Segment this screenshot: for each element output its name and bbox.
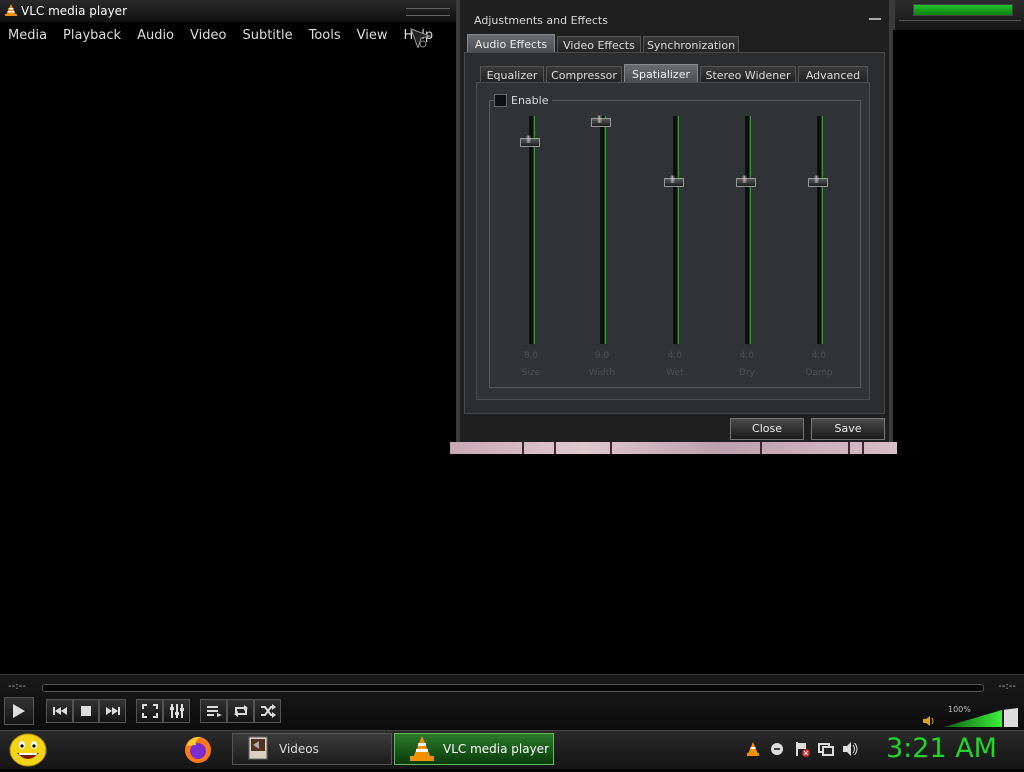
slider-track[interactable]	[745, 116, 750, 344]
slider-thumb[interactable]	[664, 175, 684, 187]
volume-slider[interactable]	[944, 707, 1018, 727]
vlc-titlebar[interactable]: VLC media player	[0, 0, 456, 23]
titlebar-grip	[406, 8, 450, 16]
shuffle-icon	[260, 704, 276, 718]
window-title: VLC media player	[21, 4, 128, 18]
slider-value: 8.0	[523, 351, 539, 361]
slider-label: Width	[588, 368, 616, 378]
chat-tray-icon[interactable]	[770, 741, 784, 760]
adjustments-dialog: Adjustments and Effects Audio Effects Vi…	[456, 0, 893, 442]
checkbox-box[interactable]	[494, 94, 507, 107]
slider-value: 4.0	[739, 351, 755, 361]
volume-tray-icon[interactable]	[842, 741, 858, 761]
stop-icon	[81, 706, 91, 716]
start-menu-smiley-icon[interactable]	[8, 732, 48, 772]
network-flag-tray-icon[interactable]	[794, 741, 810, 761]
level-meter	[913, 4, 1013, 16]
menu-video[interactable]: Video	[182, 28, 234, 43]
extended-settings-button[interactable]	[163, 699, 190, 723]
divider	[899, 20, 1021, 21]
loop-button[interactable]	[227, 699, 254, 723]
slider-dry[interactable]: 4.0 Dry	[717, 116, 777, 386]
slider-track[interactable]	[529, 116, 534, 344]
task-label: VLC media player	[443, 742, 550, 756]
fullscreen-button[interactable]	[136, 699, 163, 723]
shuffle-button[interactable]	[254, 699, 281, 723]
play-button[interactable]	[4, 697, 34, 725]
background-window	[893, 0, 1024, 30]
stop-button[interactable]	[73, 699, 99, 723]
menu-subtitle[interactable]: Subtitle	[234, 28, 300, 43]
slider-width[interactable]: 9.0 Width	[572, 115, 632, 386]
slider-label: Wet	[666, 368, 684, 378]
slider-value: 4.0	[667, 351, 683, 361]
taskbar-item-vlc[interactable]: VLC media player	[394, 733, 554, 765]
vlc-cone-icon	[4, 2, 18, 21]
folder-icon	[247, 735, 271, 764]
slider-label: Damp	[805, 368, 833, 378]
slider-damp[interactable]: 4.0 Damp	[789, 116, 849, 386]
equalizer-sliders-icon	[169, 704, 184, 718]
vlc-cone-icon	[409, 734, 435, 765]
task-label: Videos	[279, 742, 319, 756]
display-tray-icon[interactable]	[818, 741, 834, 761]
menu-bar: Media Playback Audio Video Subtitle Tool…	[0, 22, 456, 48]
firefox-icon[interactable]	[182, 733, 214, 769]
tab-audio-effects[interactable]: Audio Effects	[467, 34, 555, 54]
menu-media[interactable]: Media	[0, 28, 55, 43]
video-area[interactable]	[0, 48, 456, 674]
slider-value: 4.0	[811, 351, 827, 361]
player-controls: --:-- --:-- 100%	[0, 674, 1024, 731]
playlist-button[interactable]	[200, 699, 227, 723]
enable-checkbox[interactable]: Enable	[494, 94, 553, 107]
save-button[interactable]: Save	[811, 418, 885, 440]
next-button[interactable]	[99, 699, 126, 723]
background-image-strip	[450, 442, 897, 454]
enable-label: Enable	[511, 94, 549, 107]
dialog-title: Adjustments and Effects	[474, 14, 608, 27]
previous-button[interactable]	[46, 699, 73, 723]
slider-track[interactable]	[673, 116, 678, 344]
slider-size[interactable]: 8.0 Size	[501, 116, 561, 386]
menu-playback[interactable]: Playback	[55, 28, 129, 43]
slider-thumb[interactable]	[591, 115, 611, 127]
remaining-time: --:--	[998, 681, 1016, 692]
menu-tools[interactable]: Tools	[301, 28, 349, 43]
taskbar: Videos VLC media player 3:21 AM	[0, 730, 1024, 769]
menu-audio[interactable]: Audio	[129, 28, 182, 43]
playlist-icon	[206, 706, 222, 717]
slider-thumb[interactable]	[736, 175, 756, 187]
tab-spatializer[interactable]: Spatializer	[624, 64, 698, 84]
previous-icon	[52, 707, 67, 715]
close-button[interactable]: Close	[730, 418, 804, 440]
elapsed-time: --:--	[8, 681, 26, 692]
speaker-icon[interactable]	[922, 712, 936, 731]
taskbar-item-videos[interactable]: Videos	[232, 733, 392, 765]
next-icon	[105, 707, 120, 715]
slider-value: 9.0	[594, 351, 610, 361]
slider-track[interactable]	[600, 116, 605, 344]
vlc-tray-icon[interactable]	[746, 741, 760, 761]
slider-thumb[interactable]	[808, 175, 828, 187]
fullscreen-icon	[141, 704, 158, 718]
slider-thumb[interactable]	[520, 135, 540, 147]
menu-view[interactable]: View	[349, 28, 396, 43]
minimize-icon[interactable]	[869, 18, 881, 20]
seek-slider[interactable]	[42, 684, 984, 692]
slider-label: Dry	[739, 368, 755, 378]
loop-icon	[233, 705, 248, 717]
slider-track[interactable]	[817, 116, 822, 344]
slider-label: Size	[521, 368, 541, 378]
slider-wet[interactable]: 4.0 Wet	[645, 116, 705, 386]
clock: 3:21 AM	[886, 733, 997, 764]
play-icon	[13, 704, 25, 718]
